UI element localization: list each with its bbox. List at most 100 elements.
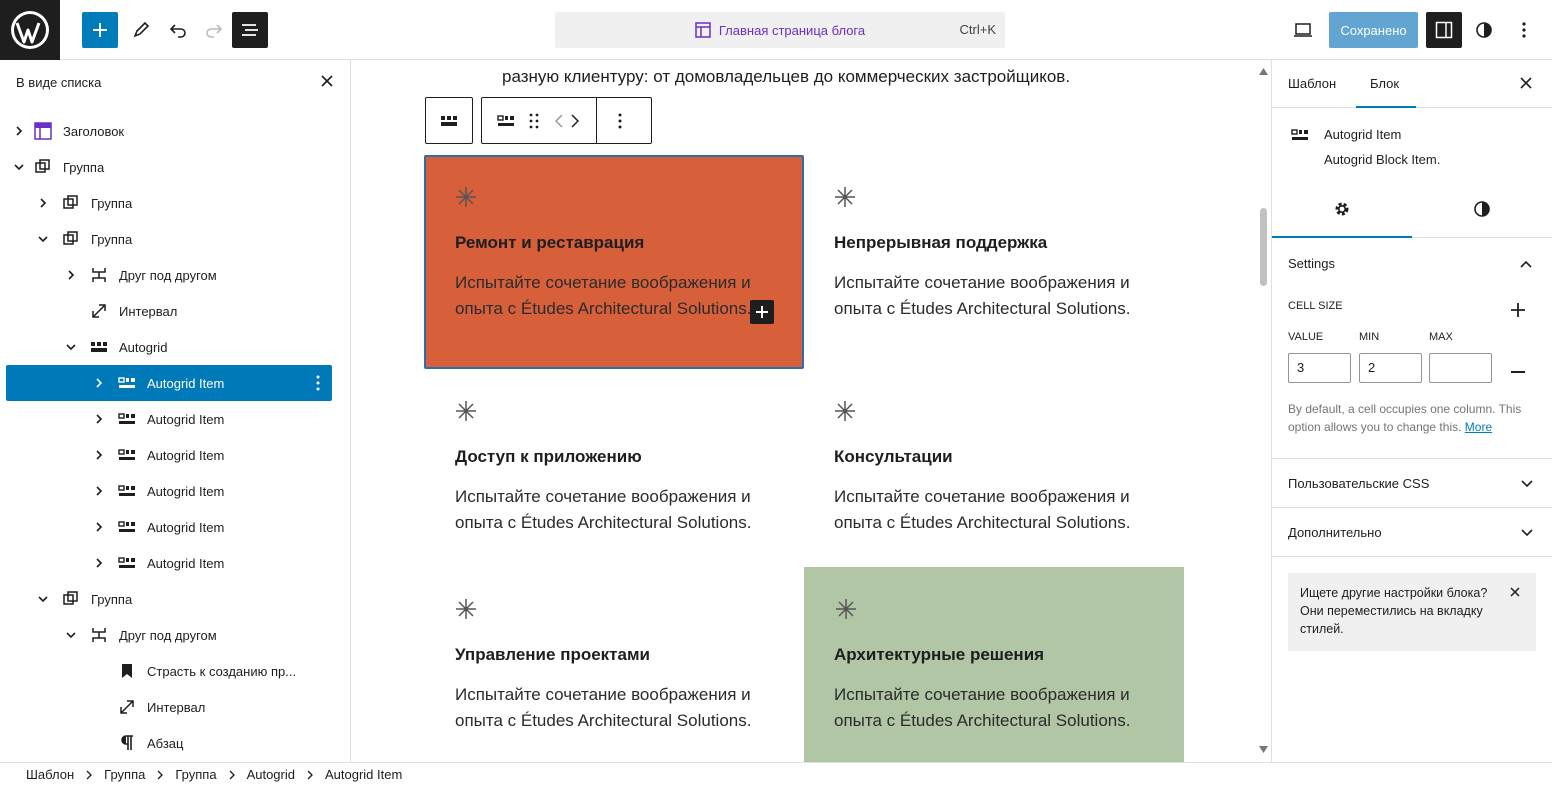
intro-paragraph[interactable]: разную клиентуру: от домовладельцев до к…	[502, 67, 1070, 87]
cell-size-min-input[interactable]: 2	[1359, 353, 1422, 383]
scroll-down-arrow-icon[interactable]	[1259, 746, 1268, 753]
tools-button[interactable]	[123, 12, 159, 48]
autogrid-item-card[interactable]: Архитектурные решения Испытайте сочетани…	[804, 567, 1184, 762]
parent-block-button[interactable]	[425, 97, 473, 144]
autogrid-item-card[interactable]: Управление проектами Испытайте сочетание…	[424, 567, 804, 762]
chevron-right-icon[interactable]	[93, 413, 105, 425]
command-palette-button[interactable]: Главная страница блога Ctrl+K	[555, 12, 1005, 48]
close-icon[interactable]	[320, 74, 334, 88]
card-title[interactable]: Ремонт и реставрация	[455, 233, 644, 253]
card-description[interactable]: Испытайте сочетание воображения и опыта …	[455, 270, 755, 322]
list-item-label: Autogrid Item	[147, 447, 225, 463]
redo-button[interactable]	[196, 12, 232, 48]
chevron-down-icon[interactable]	[37, 593, 49, 605]
close-icon[interactable]	[1520, 77, 1532, 89]
list-item[interactable]: Autogrid	[6, 329, 332, 365]
document-overview-button[interactable]	[232, 12, 268, 48]
card-description[interactable]: Испытайте сочетание воображения и опыта …	[834, 484, 1164, 536]
gear-icon[interactable]	[1334, 201, 1350, 217]
list-item[interactable]: Интервал	[6, 293, 332, 329]
chevron-right-icon[interactable]	[93, 449, 105, 461]
chevron-right-icon[interactable]	[93, 521, 105, 533]
add-block-button[interactable]	[82, 12, 118, 48]
close-icon[interactable]	[1510, 587, 1520, 597]
preview-device-button[interactable]	[1285, 12, 1321, 48]
autogrid-item-card-selected[interactable]: Ремонт и реставрация Испытайте сочетание…	[424, 155, 804, 369]
breadcrumb-item[interactable]: Группа	[104, 767, 145, 782]
plus-icon[interactable]	[1510, 302, 1526, 318]
chevron-left-icon[interactable]	[555, 113, 563, 128]
autogrid-icon	[91, 342, 107, 352]
minus-icon[interactable]	[1511, 371, 1525, 373]
advanced-panel-header[interactable]: Дополнительно	[1272, 508, 1552, 556]
more-link[interactable]: More	[1465, 420, 1492, 434]
autogrid-item-card[interactable]: Консультации Испытайте сочетание воображ…	[803, 369, 1183, 583]
stack-icon	[92, 628, 106, 642]
settings-panel-header[interactable]: Settings	[1272, 238, 1552, 288]
list-item[interactable]: Страсть к созданию пр...	[6, 653, 332, 689]
more-vertical-icon[interactable]	[316, 375, 320, 391]
save-button[interactable]: Сохранено	[1329, 12, 1418, 48]
settings-toggle-button[interactable]	[1426, 12, 1462, 48]
list-item[interactable]: Друг под другом	[6, 617, 332, 653]
breadcrumb-item-current[interactable]: Autogrid Item	[325, 767, 402, 782]
list-item[interactable]: Autogrid Item	[6, 509, 332, 545]
autogrid-item-card[interactable]: Доступ к приложению Испытайте сочетание …	[424, 369, 804, 583]
card-title[interactable]: Управление проектами	[455, 645, 650, 665]
chevron-right-icon[interactable]	[93, 377, 105, 389]
chevron-down-icon[interactable]	[65, 341, 77, 353]
chevron-down-icon[interactable]	[13, 161, 25, 173]
list-item-selected[interactable]: Autogrid Item	[6, 365, 332, 401]
list-item[interactable]: Autogrid Item	[6, 437, 332, 473]
list-item[interactable]: Интервал	[6, 689, 332, 725]
card-description[interactable]: Испытайте сочетание воображения и опыта …	[834, 682, 1164, 734]
list-item[interactable]: Группа	[6, 149, 332, 185]
block-inserter-button[interactable]	[750, 300, 774, 324]
list-item[interactable]: Autogrid Item	[6, 473, 332, 509]
cell-size-max-input[interactable]	[1429, 353, 1492, 383]
options-menu-button[interactable]	[1506, 12, 1542, 48]
card-description[interactable]: Испытайте сочетание воображения и опыта …	[455, 484, 785, 536]
chevron-right-icon[interactable]	[37, 197, 49, 209]
chevron-down-icon[interactable]	[65, 629, 77, 641]
tab-block[interactable]: Блок	[1370, 76, 1399, 91]
chevron-right-icon[interactable]	[13, 125, 25, 137]
more-vertical-icon[interactable]	[618, 113, 622, 129]
autogrid-item-card[interactable]: Непрерывная поддержка Испытайте сочетани…	[803, 155, 1183, 369]
cell-size-value-input[interactable]: 3	[1288, 353, 1351, 383]
autogrid-icon	[441, 115, 457, 126]
list-item[interactable]: Группа	[6, 581, 332, 617]
styles-button[interactable]	[1466, 12, 1502, 48]
cell-size-label: CELL SIZE	[1288, 300, 1343, 312]
list-item[interactable]: Абзац	[6, 725, 332, 761]
list-item[interactable]: Группа	[6, 185, 332, 221]
card-title[interactable]: Доступ к приложению	[455, 447, 642, 467]
list-item[interactable]: Группа	[6, 221, 332, 257]
list-item[interactable]: Autogrid Item	[6, 545, 332, 581]
card-title[interactable]: Архитектурные решения	[834, 645, 1044, 665]
list-item[interactable]: Заголовок	[6, 113, 332, 149]
tab-template[interactable]: Шаблон	[1288, 76, 1336, 91]
list-item[interactable]: Autogrid Item	[6, 401, 332, 437]
card-title[interactable]: Непрерывная поддержка	[834, 233, 1047, 253]
custom-css-panel-header[interactable]: Пользовательские CSS	[1272, 459, 1552, 507]
chevron-right-icon[interactable]	[65, 269, 77, 281]
chevron-right-icon[interactable]	[93, 557, 105, 569]
chevron-down-icon[interactable]	[37, 233, 49, 245]
breadcrumb-item[interactable]: Autogrid	[247, 767, 295, 782]
breadcrumb-item[interactable]: Шаблон	[26, 767, 74, 782]
card-description[interactable]: Испытайте сочетание воображения и опыта …	[834, 270, 1164, 322]
chevron-right-icon[interactable]	[571, 113, 579, 128]
breadcrumb-item[interactable]: Группа	[175, 767, 216, 782]
chevron-right-icon[interactable]	[93, 485, 105, 497]
scroll-up-arrow-icon[interactable]	[1259, 68, 1268, 75]
undo-button[interactable]	[160, 12, 196, 48]
autogrid-item-icon[interactable]	[497, 114, 515, 128]
list-item[interactable]: Друг под другом	[6, 257, 332, 293]
styles-icon[interactable]	[1474, 201, 1490, 217]
drag-handle-icon[interactable]	[529, 113, 539, 129]
scrollbar-thumb[interactable]	[1260, 208, 1267, 286]
card-title[interactable]: Консультации	[834, 447, 953, 467]
card-description[interactable]: Испытайте сочетание воображения и опыта …	[455, 682, 785, 734]
wordpress-logo-button[interactable]	[0, 0, 60, 60]
